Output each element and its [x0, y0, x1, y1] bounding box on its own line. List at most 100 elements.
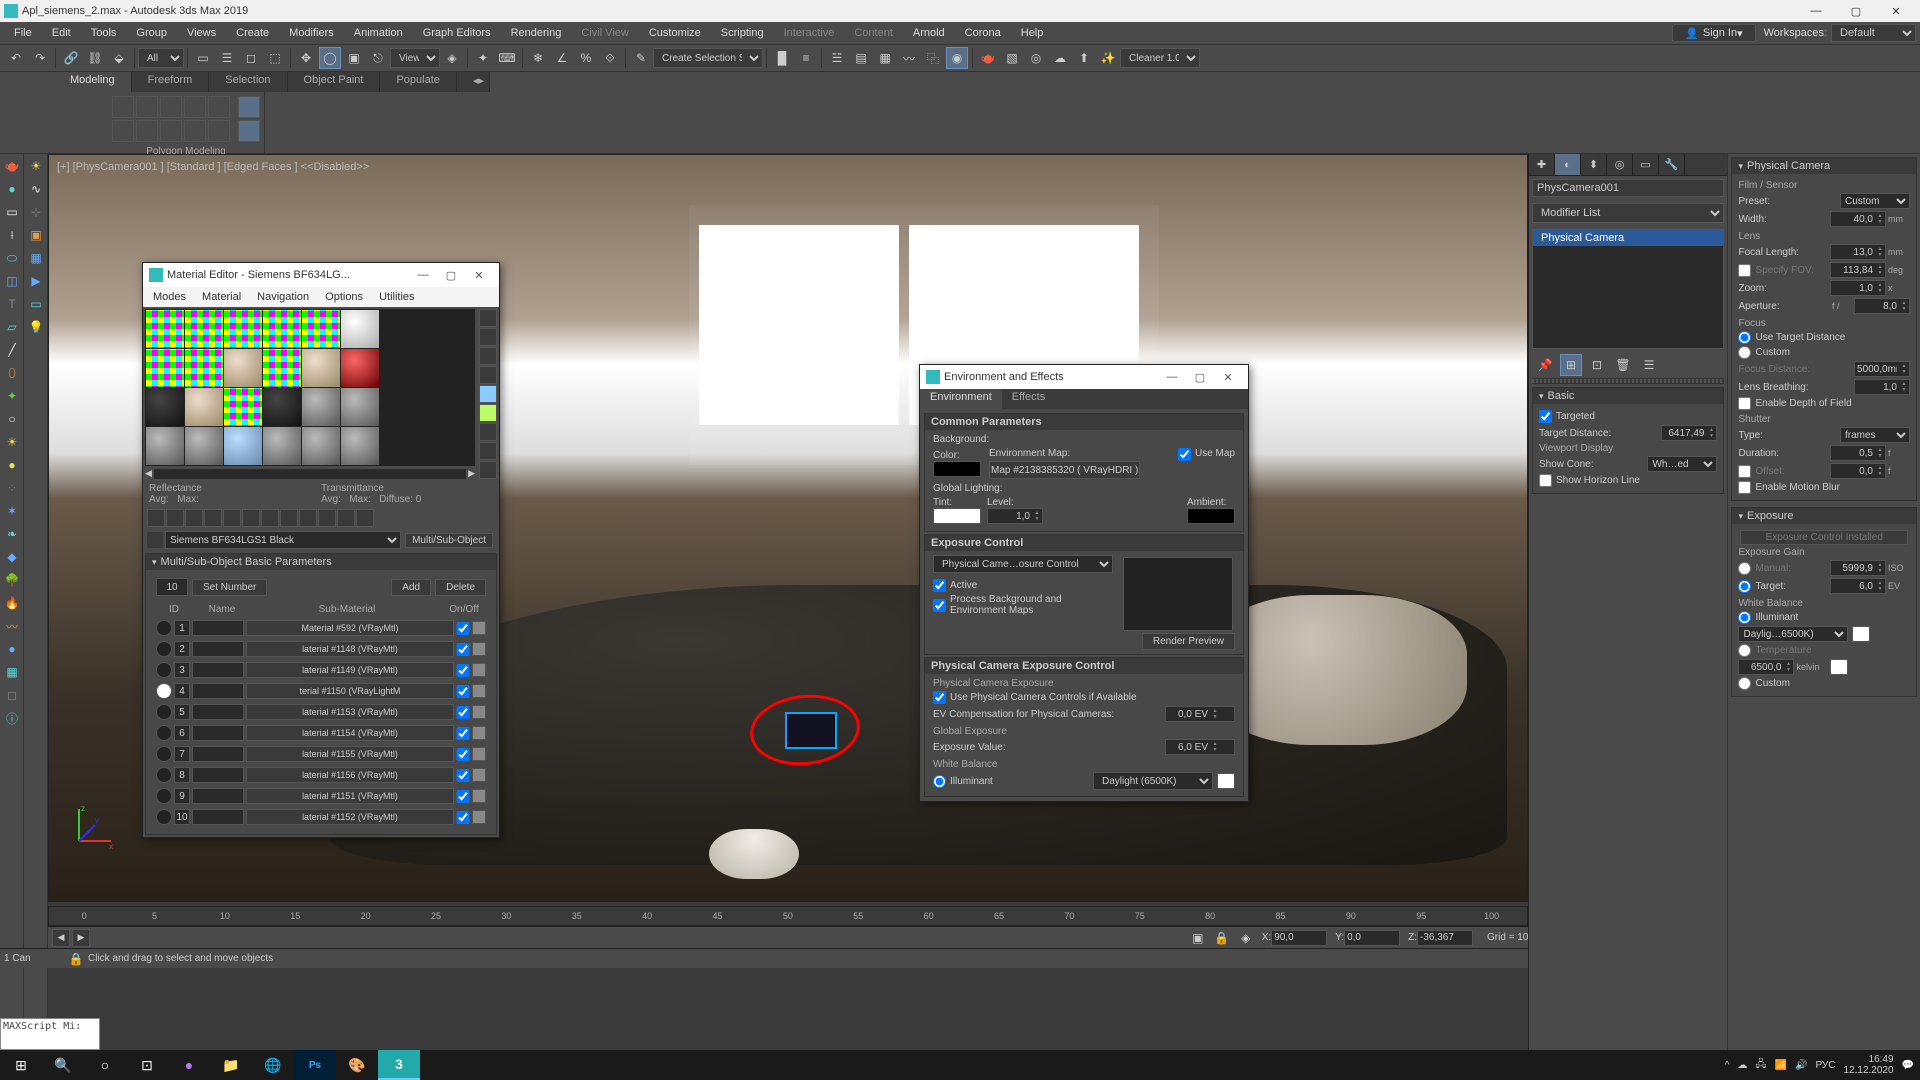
- light-icon[interactable]: ☀: [1, 431, 23, 453]
- env-illuminant-select[interactable]: Daylight (6500K): [1093, 772, 1213, 790]
- put-library-button[interactable]: [261, 509, 279, 527]
- row-id-input[interactable]: [174, 620, 190, 636]
- row-id-input[interactable]: [174, 746, 190, 762]
- select-object-button[interactable]: ▭: [192, 47, 214, 69]
- eyedropper-icon[interactable]: [147, 532, 163, 548]
- preview-button[interactable]: [238, 96, 260, 118]
- row-id-input[interactable]: [174, 704, 190, 720]
- material-slot[interactable]: [263, 310, 301, 348]
- y-input[interactable]: [1344, 930, 1400, 946]
- material-slot[interactable]: [224, 427, 262, 465]
- show-end-button[interactable]: ⊞: [1560, 354, 1582, 376]
- prompt-lock-icon[interactable]: 🔒: [65, 948, 87, 970]
- tint-color-well[interactable]: [933, 508, 981, 524]
- percent-snap-button[interactable]: %: [575, 47, 597, 69]
- grid-icon[interactable]: ▦: [25, 247, 47, 269]
- splash-icon[interactable]: ✶: [1, 500, 23, 522]
- menu-animation[interactable]: Animation: [344, 24, 413, 42]
- material-slot[interactable]: [302, 388, 340, 426]
- row-color-swatch[interactable]: [472, 789, 486, 803]
- cylinder-icon[interactable]: ⬭: [1, 247, 23, 269]
- env-illuminant-radio[interactable]: [933, 775, 946, 788]
- matedit-menu-modes[interactable]: Modes: [145, 291, 194, 303]
- active-check[interactable]: [933, 579, 946, 592]
- edit-selset-button[interactable]: ✎: [630, 47, 652, 69]
- multi-subobj-header[interactable]: Multi/Sub-Object Basic Parameters: [146, 554, 496, 570]
- box-icon[interactable]: ▭: [1, 201, 23, 223]
- flame-icon[interactable]: 🔥: [1, 592, 23, 614]
- cleaner-icon[interactable]: ✨: [1097, 47, 1119, 69]
- modifier2-button[interactable]: [136, 120, 158, 142]
- row-onoff-check[interactable]: [456, 748, 470, 761]
- scrub-right-button[interactable]: ▶: [72, 929, 90, 947]
- info-icon[interactable]: ⓘ: [1, 707, 23, 729]
- spinner-snap-button[interactable]: ⟐: [599, 47, 621, 69]
- toggle-ribbon-button[interactable]: ▦: [874, 47, 896, 69]
- row-id-input[interactable]: [174, 767, 190, 783]
- selection-filter[interactable]: All: [138, 48, 184, 68]
- modifier4-button[interactable]: [184, 120, 206, 142]
- env-tab-environment[interactable]: Environment: [920, 389, 1002, 409]
- explorer-icon[interactable]: 📁: [210, 1050, 252, 1080]
- row-color-swatch[interactable]: [472, 705, 486, 719]
- options-button[interactable]: [479, 423, 497, 441]
- search-button[interactable]: 🔍: [42, 1050, 84, 1080]
- menu-content[interactable]: Content: [844, 24, 903, 42]
- row-id-input[interactable]: [174, 641, 190, 657]
- tray-clock[interactable]: 16:4912.12.2020: [1843, 1054, 1893, 1076]
- schematic-button[interactable]: ⿻: [922, 47, 944, 69]
- menu-interactive[interactable]: Interactive: [774, 24, 845, 42]
- utilities-tab[interactable]: 🔧: [1659, 154, 1685, 175]
- shutter-type-select[interactable]: frames: [1840, 427, 1910, 443]
- menu-help[interactable]: Help: [1011, 24, 1054, 42]
- create-tab[interactable]: ✚: [1529, 154, 1555, 175]
- play-icon[interactable]: ▶: [25, 270, 47, 292]
- row-onoff-check[interactable]: [456, 811, 470, 824]
- scrub-left-button[interactable]: ◀: [52, 929, 70, 947]
- material-slot[interactable]: [341, 427, 379, 465]
- helpers-icon[interactable]: ✦: [1, 385, 23, 407]
- row-name-input[interactable]: [192, 641, 244, 657]
- make-copy-button[interactable]: [223, 509, 241, 527]
- menu-scripting[interactable]: Scripting: [711, 24, 774, 42]
- isolate-icon[interactable]: ▣: [1187, 927, 1209, 949]
- ev-comp-spinner[interactable]: ▲▼: [1165, 706, 1235, 722]
- ribbon-tab-objectpaint[interactable]: Object Paint: [288, 72, 381, 92]
- bg-color-well[interactable]: [933, 461, 981, 477]
- ribbon-tab-freeform[interactable]: Freeform: [132, 72, 210, 92]
- menu-group[interactable]: Group: [126, 24, 177, 42]
- material-slot[interactable]: [263, 427, 301, 465]
- material-slot[interactable]: [302, 349, 340, 387]
- material-swatch[interactable]: [156, 641, 172, 657]
- modify-tab[interactable]: ◐: [1555, 154, 1581, 175]
- use-physcam-check[interactable]: [933, 691, 946, 704]
- material-slot[interactable]: [146, 427, 184, 465]
- show-map-button[interactable]: [299, 509, 317, 527]
- menu-create[interactable]: Create: [226, 24, 279, 42]
- env-max-button[interactable]: ▢: [1186, 371, 1214, 384]
- remove-mod-button[interactable]: 🗑: [1612, 354, 1634, 376]
- show-end-result-button[interactable]: [318, 509, 336, 527]
- chrome-icon[interactable]: 🌐: [252, 1050, 294, 1080]
- target-distance-spinner[interactable]: ▲▼: [1661, 425, 1717, 441]
- rollout-physcam-header[interactable]: Physical Camera: [1732, 158, 1916, 174]
- row-name-input[interactable]: [192, 788, 244, 804]
- row-onoff-check[interactable]: [456, 706, 470, 719]
- delete-button[interactable]: Delete: [435, 579, 486, 596]
- tube-icon[interactable]: ⬯: [1, 362, 23, 384]
- material-type-button[interactable]: Multi/Sub-Object: [405, 533, 493, 548]
- submaterial-button[interactable]: laterial #1149 (VRayMtl): [246, 662, 454, 678]
- duration-spinner[interactable]: ▲▼: [1830, 445, 1886, 461]
- aperture-spinner[interactable]: ▲▼: [1854, 298, 1910, 314]
- target-ev-spinner[interactable]: ▲▼: [1830, 578, 1886, 594]
- menu-views[interactable]: Views: [177, 24, 226, 42]
- material-swatch[interactable]: [156, 662, 172, 678]
- row-color-swatch[interactable]: [472, 663, 486, 677]
- backlight-button[interactable]: [479, 328, 497, 346]
- matedit-menu-options[interactable]: Options: [317, 291, 371, 303]
- sphere-icon[interactable]: ●: [1, 178, 23, 200]
- go-parent-button[interactable]: [337, 509, 355, 527]
- material-slot[interactable]: [146, 310, 184, 348]
- scale-button[interactable]: ▣: [343, 47, 365, 69]
- sun-icon[interactable]: ☀: [25, 155, 47, 177]
